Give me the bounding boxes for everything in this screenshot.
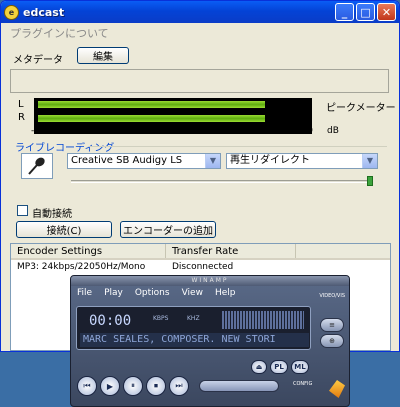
title-bar[interactable]: e edcast _ □ ✕ bbox=[1, 1, 399, 23]
previous-icon[interactable]: ⏮ bbox=[77, 376, 97, 396]
device-select-value: Creative SB Audigy LS bbox=[71, 155, 183, 166]
scale-tick: -0 bbox=[304, 126, 313, 136]
menu-about-plugin[interactable]: プラグインについて bbox=[1, 23, 399, 40]
close-button[interactable]: ✕ bbox=[377, 3, 396, 21]
winamp-menu: File Play Options View Help bbox=[71, 286, 349, 300]
song-title-marquee[interactable]: MARC SEALES, COMPOSER. NEW STORI bbox=[80, 333, 309, 347]
scale-unit: dB bbox=[327, 126, 339, 136]
microphone-icon bbox=[21, 153, 53, 179]
eject-icon[interactable]: ⏏ bbox=[251, 360, 267, 374]
table-row[interactable]: MP3: 24kbps/22050Hz/Mono Disconnected bbox=[11, 260, 390, 274]
group-divider bbox=[89, 146, 387, 147]
device-select[interactable]: Creative SB Audigy LS ▼ bbox=[67, 153, 221, 169]
winamp-volume-slider[interactable] bbox=[199, 380, 279, 392]
play-icon[interactable]: ▶ bbox=[100, 376, 120, 396]
winamp-menu-play[interactable]: Play bbox=[104, 288, 123, 298]
chevron-down-icon[interactable]: ▼ bbox=[205, 154, 220, 168]
chevron-down-icon[interactable]: ▼ bbox=[362, 154, 377, 168]
winamp-display: 00:00 KBPS KHZ MARC SEALES, COMPOSER. NE… bbox=[76, 306, 311, 350]
next-icon[interactable]: ⏭ bbox=[169, 376, 189, 396]
window-title: edcast bbox=[23, 5, 65, 19]
winamp-window: WINAMP File Play Options View Help VIDEO… bbox=[70, 275, 350, 407]
config-label[interactable]: CONFIG bbox=[293, 381, 312, 387]
playback-controls: ⏮ ▶ ⏸ ⏹ ⏭ bbox=[77, 376, 189, 396]
edit-metadata-button[interactable]: 編集 bbox=[77, 47, 129, 64]
minimize-button[interactable]: _ bbox=[335, 3, 354, 21]
winamp-menu-view[interactable]: View bbox=[182, 288, 203, 298]
video-vis-label[interactable]: VIDEO/VIS bbox=[319, 293, 345, 299]
column-encoder-settings[interactable]: Encoder Settings bbox=[11, 244, 166, 258]
add-encoder-button[interactable]: エンコーダーの追加 bbox=[120, 221, 216, 238]
pl-button[interactable]: PL bbox=[270, 360, 288, 374]
playlist-toggle-icon[interactable]: ≡ bbox=[320, 318, 344, 332]
meter-left-label: L bbox=[18, 99, 24, 110]
scale-tick: -45 bbox=[99, 126, 114, 136]
transfer-rate-cell: Disconnected bbox=[172, 262, 234, 272]
volume-slider-knob[interactable] bbox=[367, 176, 373, 186]
pause-icon[interactable]: ⏸ bbox=[123, 376, 143, 396]
scale-tick: -30 bbox=[169, 126, 184, 136]
auto-connect-label: 自動接続 bbox=[32, 209, 72, 220]
connect-button[interactable]: 接続(C) bbox=[16, 221, 112, 238]
encoder-list-header: Encoder Settings Transfer Rate bbox=[11, 244, 390, 260]
khz-label: KHZ bbox=[187, 315, 200, 322]
stop-icon[interactable]: ⏹ bbox=[146, 376, 166, 396]
edcast-app-icon: e bbox=[4, 4, 19, 20]
metadata-label: メタデータ bbox=[13, 55, 63, 66]
recording-mode-select[interactable]: 再生リダイレクト ▼ bbox=[226, 153, 378, 169]
meter-right-bar bbox=[38, 115, 265, 122]
winamp-title-bar[interactable]: WINAMP bbox=[71, 276, 349, 286]
recording-mode-value: 再生リダイレクト bbox=[230, 155, 310, 166]
encoder-setting-cell: MP3: 24kbps/22050Hz/Mono bbox=[17, 262, 146, 272]
spectrum-visualizer[interactable] bbox=[222, 311, 304, 329]
scale-tick: -15 bbox=[238, 126, 253, 136]
peak-meter-label: ピークメーター bbox=[326, 103, 396, 114]
winamp-title: WINAMP bbox=[191, 277, 229, 284]
winamp-menu-options[interactable]: Options bbox=[135, 288, 170, 298]
winamp-logo-icon[interactable] bbox=[329, 380, 345, 398]
winamp-menu-file[interactable]: File bbox=[77, 288, 92, 298]
ml-button[interactable]: ML bbox=[291, 360, 309, 374]
meter-right-label: R bbox=[18, 112, 25, 123]
time-display[interactable]: 00:00 bbox=[89, 313, 131, 329]
volume-slider-track[interactable] bbox=[71, 180, 371, 183]
winamp-menu-help[interactable]: Help bbox=[215, 288, 236, 298]
auto-connect-checkbox[interactable] bbox=[17, 205, 28, 216]
kbps-label: KBPS bbox=[153, 315, 169, 322]
equalizer-toggle-icon[interactable]: ⊕ bbox=[320, 334, 344, 348]
scale-tick: -60 bbox=[31, 126, 46, 136]
meter-left-bar bbox=[38, 101, 265, 108]
column-transfer-rate[interactable]: Transfer Rate bbox=[166, 244, 296, 258]
metadata-display bbox=[10, 69, 389, 93]
maximize-button[interactable]: □ bbox=[356, 3, 375, 21]
